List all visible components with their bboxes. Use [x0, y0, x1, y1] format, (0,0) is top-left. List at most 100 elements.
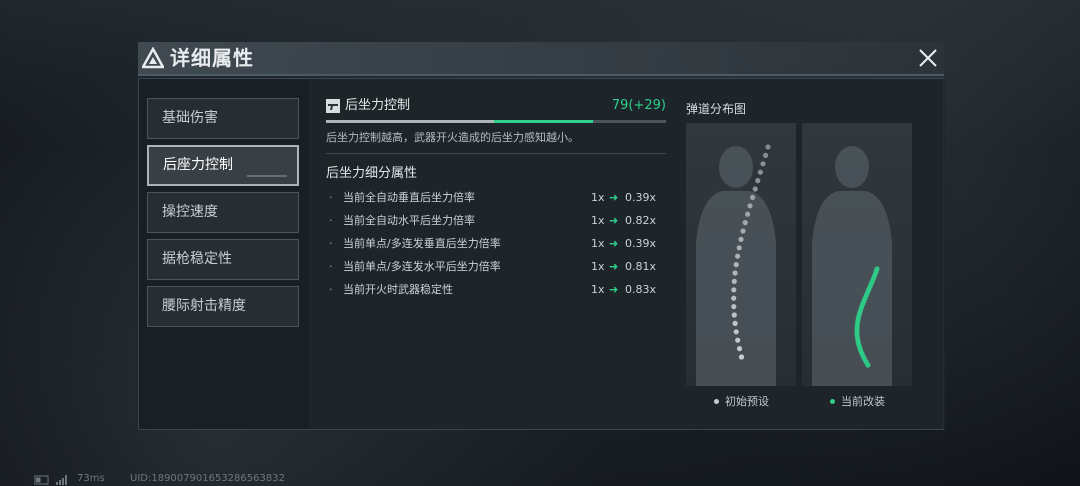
initial-bullet-dot — [733, 262, 739, 268]
uid-text: UID:18900790165328656383​2 — [130, 473, 285, 484]
title-bar: 详细属性 — [138, 42, 944, 76]
tab-base-damage[interactable]: 基础伤害 — [147, 98, 299, 139]
bullet: · — [329, 191, 333, 204]
ping-text: 73ms — [77, 473, 105, 484]
spread-current-plot — [812, 146, 892, 386]
attribute-description: 后坐力控制越高，武器开火造成的后坐力感知越小。 — [326, 131, 579, 144]
stat-new: 0.39x — [625, 237, 657, 250]
initial-bullet-dot — [765, 144, 771, 150]
current-bullet-dot — [865, 362, 871, 368]
legend-initial: 初始预设 — [714, 395, 769, 409]
divider — [326, 153, 666, 154]
attribute-value: 79(+29) — [611, 98, 666, 113]
initial-bullet-dot — [763, 152, 769, 158]
initial-bullet-dot — [755, 178, 761, 184]
legend-dot-current — [830, 398, 835, 404]
attribute-header: 后坐力控制 79(+29) — [326, 97, 666, 117]
tab-aim-stability[interactable]: 据枪稳定性 — [147, 239, 299, 280]
stat-new: 0.83x — [625, 283, 657, 296]
stat-label: 当前单点/多连发垂直后坐力倍率 — [343, 237, 501, 250]
stat-label: 当前全自动垂直后坐力倍率 — [343, 191, 475, 204]
tab-label: 操控速度 — [162, 204, 218, 220]
bullet: · — [329, 283, 333, 296]
silhouette-icon — [812, 146, 892, 386]
warning-triangle-icon — [142, 47, 164, 69]
initial-bullet-dot — [731, 304, 737, 310]
stat-row: · 当前单点/多连发垂直后坐力倍率 1x ➜ 0.39x — [329, 235, 659, 253]
breakdown-title: 后坐力细分属性 — [326, 166, 418, 181]
arrow-right-icon: ➜ — [609, 237, 619, 250]
stat-base: 1x — [591, 214, 605, 227]
initial-bullet-dot — [736, 346, 743, 352]
bullet: · — [329, 237, 333, 250]
main-content: 后坐力控制 79(+29) 后坐力控制越高，武器开火造成的后坐力感知越小。 后坐… — [309, 79, 945, 429]
initial-bullet-dot — [735, 253, 741, 259]
stat-label: 当前开火时武器稳定性 — [343, 283, 453, 296]
attribute-progress-bar — [326, 120, 666, 123]
stat-label: 当前单点/多连发水平后坐力倍率 — [343, 260, 501, 273]
legend-current: 当前改装 — [830, 395, 885, 409]
arrow-right-icon: ➜ — [609, 214, 619, 227]
initial-bullet-dot — [760, 161, 766, 167]
initial-bullet-dot — [731, 295, 737, 301]
signal-icon — [56, 475, 67, 485]
initial-bullet-dot — [732, 270, 738, 276]
initial-bullet-dot — [735, 337, 741, 343]
arrow-right-icon: ➜ — [609, 283, 619, 296]
detail-panel: 详细属性 基础伤害 后座力控制 操控速度 据枪稳定性 腰际射击精度 后坐力控制 … — [138, 42, 945, 430]
panel-title: 详细属性 — [170, 46, 254, 70]
legend-initial-label: 初始预设 — [725, 395, 769, 408]
spread-initial-box — [686, 123, 796, 386]
stat-row: · 当前全自动垂直后坐力倍率 1x ➜ 0.39x — [329, 189, 659, 207]
initial-bullet-dot — [757, 169, 763, 175]
initial-bullet-dot — [731, 278, 737, 284]
stat-new: 0.81x — [625, 260, 657, 273]
tab-label: 基础伤害 — [162, 110, 218, 126]
stat-base: 1x — [591, 237, 605, 250]
tab-hipfire-accuracy[interactable]: 腰际射击精度 — [147, 286, 299, 327]
tab-recoil-control[interactable]: 后座力控制 — [147, 145, 299, 186]
arrow-right-icon: ➜ — [609, 260, 619, 273]
close-icon[interactable] — [916, 46, 940, 70]
arrow-right-icon: ➜ — [609, 191, 619, 204]
status-icons — [34, 475, 67, 485]
initial-bullet-dot — [750, 194, 756, 200]
initial-bullet-dot — [742, 220, 748, 226]
stat-label: 当前全自动水平后坐力倍率 — [343, 214, 475, 227]
tab-label: 后座力控制 — [163, 157, 233, 173]
initial-bullet-dot — [738, 236, 744, 242]
stat-row: · 当前全自动水平后坐力倍率 1x ➜ 0.82x — [329, 212, 659, 230]
stat-base: 1x — [591, 191, 605, 204]
bullet: · — [329, 260, 333, 273]
attribute-bonus-fill — [494, 120, 593, 123]
stat-row: · 当前开火时武器稳定性 1x ➜ 0.83x — [329, 281, 659, 299]
attribute-base-fill — [326, 120, 495, 123]
initial-bullet-dot — [736, 245, 742, 251]
legend-dot-initial — [714, 398, 719, 404]
initial-bullet-dot — [738, 354, 745, 360]
tab-label: 腰际射击精度 — [162, 298, 246, 314]
tab-active-mark — [247, 175, 287, 177]
spread-initial-plot — [696, 144, 776, 386]
spread-title: 弹道分布图 — [686, 102, 747, 116]
initial-bullet-dot — [731, 312, 737, 318]
initial-bullet-dot — [745, 211, 751, 217]
tab-label: 据枪稳定性 — [162, 251, 232, 267]
initial-bullet-dot — [732, 320, 738, 326]
initial-bullet-dot — [731, 287, 737, 293]
gun-icon — [326, 99, 340, 113]
stat-base: 1x — [591, 260, 605, 273]
bullet: · — [329, 214, 333, 227]
spread-current-box — [802, 123, 912, 386]
initial-bullet-dot — [733, 329, 739, 335]
legend-current-label: 当前改装 — [841, 395, 885, 408]
stat-new: 0.39x — [625, 191, 657, 204]
initial-bullet-dot — [752, 186, 758, 192]
stat-row: · 当前单点/多连发水平后坐力倍率 1x ➜ 0.81x — [329, 258, 659, 276]
stat-new: 0.82x — [625, 214, 657, 227]
stat-base: 1x — [591, 283, 605, 296]
tab-handling-speed[interactable]: 操控速度 — [147, 192, 299, 233]
panel-body: 基础伤害 后座力控制 操控速度 据枪稳定性 腰际射击精度 后坐力控制 79(+2… — [138, 78, 945, 430]
sidebar: 基础伤害 后座力控制 操控速度 据枪稳定性 腰际射击精度 — [139, 79, 309, 429]
initial-bullet-dot — [740, 228, 746, 234]
